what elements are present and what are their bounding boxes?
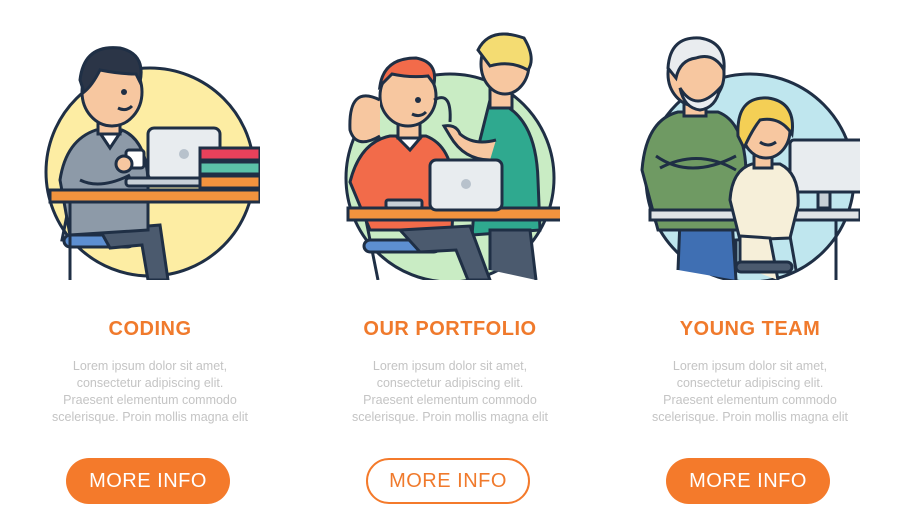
coding-illustration xyxy=(40,30,260,280)
desc-line: scelerisque. Proin mollis magna elit xyxy=(352,410,548,424)
young-team-illustration xyxy=(640,30,860,280)
card-young-team: YOUNG TEAM Lorem ipsum dolor sit amet, c… xyxy=(600,0,900,530)
desc-line: Praesent elementum commodo xyxy=(663,393,837,407)
card-title: YOUNG TEAM xyxy=(679,318,821,340)
card-our-portfolio: OUR PORTFOLIO Lorem ipsum dolor sit amet… xyxy=(300,0,600,530)
desc-line: Lorem ipsum dolor sit amet, xyxy=(372,359,528,373)
card-coding: CODING Lorem ipsum dolor sit amet, conse… xyxy=(0,0,300,530)
young-team-illustration-svg xyxy=(640,36,860,280)
portfolio-illustration-svg xyxy=(344,32,560,280)
desc-line: scelerisque. Proin mollis magna elit xyxy=(652,410,848,424)
desc-line: consectetur adipiscing elit. xyxy=(676,376,824,390)
card-description: Lorem ipsum dolor sit amet, consectetur … xyxy=(330,358,570,426)
coding-illustration-svg xyxy=(44,46,260,280)
desc-line: Praesent elementum commodo xyxy=(363,393,537,407)
more-info-button[interactable]: MORE INFO xyxy=(666,458,830,504)
portfolio-illustration xyxy=(340,30,560,280)
card-description: Lorem ipsum dolor sit amet, consectetur … xyxy=(30,358,270,426)
desc-line: scelerisque. Proin mollis magna elit xyxy=(52,410,248,424)
desc-line: consectetur adipiscing elit. xyxy=(376,376,524,390)
card-title: OUR PORTFOLIO xyxy=(363,318,537,340)
card-description: Lorem ipsum dolor sit amet, consectetur … xyxy=(630,358,870,426)
desc-line: consectetur adipiscing elit. xyxy=(76,376,224,390)
desc-line: Lorem ipsum dolor sit amet, xyxy=(672,359,828,373)
desc-line: Lorem ipsum dolor sit amet, xyxy=(72,359,228,373)
desc-line: Praesent elementum commodo xyxy=(63,393,237,407)
card-title: CODING xyxy=(108,318,192,340)
more-info-button[interactable]: MORE INFO xyxy=(66,458,230,504)
more-info-button[interactable]: MORE INFO xyxy=(366,458,530,504)
